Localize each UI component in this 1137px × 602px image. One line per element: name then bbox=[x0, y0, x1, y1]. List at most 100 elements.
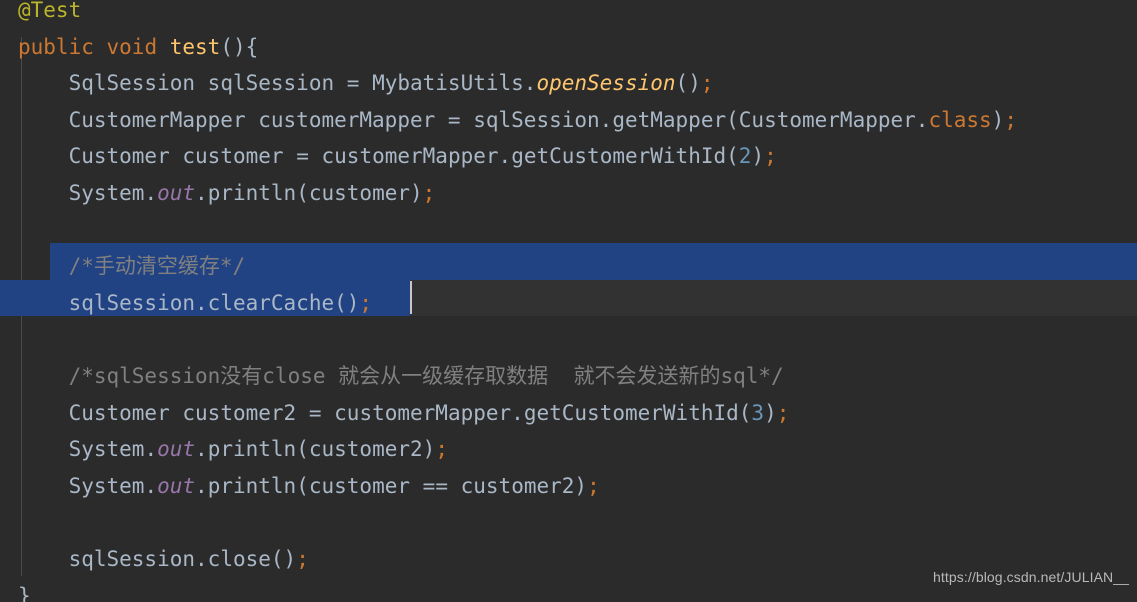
type-customermapper-2: CustomerMapper bbox=[738, 107, 916, 132]
keyword-public: public bbox=[18, 34, 94, 59]
type-customer-2: Customer bbox=[68, 400, 170, 425]
paren-close-3: ) bbox=[991, 107, 1005, 132]
field-out-1: out bbox=[157, 180, 196, 205]
paren-close-7: ) bbox=[764, 400, 777, 425]
comment-cache-note: /*sqlSession没有close 就会从一级缓存取数据 就不会发送新的sq… bbox=[68, 363, 784, 388]
semicolon-6: ; bbox=[776, 400, 790, 425]
semicolon-5: ; bbox=[359, 290, 373, 315]
paren-open-8: ( bbox=[296, 437, 309, 462]
paren-open-7: ( bbox=[738, 400, 752, 425]
type-sqlsession: SqlSession bbox=[68, 71, 196, 96]
watermark-url: https://blog.csdn.net/JULIAN__ bbox=[933, 569, 1129, 586]
paren-close-4: ) bbox=[751, 144, 765, 169]
var-sqlsession-4: sqlSession bbox=[68, 546, 196, 571]
dot-2: . bbox=[599, 107, 613, 132]
type-customer: Customer bbox=[68, 144, 170, 169]
text-caret bbox=[410, 281, 412, 314]
dot-12: . bbox=[195, 473, 208, 498]
dot-3: . bbox=[915, 107, 929, 132]
paren-close-5: ) bbox=[410, 180, 423, 205]
code-line-comment-cache[interactable]: /*sqlSession没有close 就会从一级缓存取数据 就不会发送新的sq… bbox=[0, 358, 1137, 395]
keyword-class: class bbox=[928, 107, 992, 132]
code-line-print-customer-1[interactable]: System.out.println(customer); bbox=[0, 175, 1137, 212]
var-customermapper-2: customerMapper bbox=[321, 144, 499, 169]
semicolon-2: ; bbox=[1004, 107, 1017, 132]
keyword-void: void bbox=[106, 34, 158, 59]
paren-open: ( bbox=[220, 34, 233, 59]
dot-11: . bbox=[144, 473, 158, 498]
code-line-print-compare[interactable]: System.out.println(customer == customer2… bbox=[0, 468, 1137, 505]
code-line-get-customer-2[interactable]: Customer customer2 = customerMapper.getC… bbox=[0, 395, 1137, 432]
code-line-method-signature[interactable]: public void test(){ bbox=[0, 29, 1137, 66]
paren-open-6: ( bbox=[334, 290, 347, 315]
method-getcustomerwithid-1: getCustomerWithId bbox=[511, 144, 727, 169]
dot-7: . bbox=[195, 290, 208, 315]
annotation-token: @Test bbox=[18, 0, 82, 22]
var-customer: customer bbox=[182, 144, 284, 169]
var-customer2-1: customer2 bbox=[182, 400, 297, 425]
code-line-blank-3[interactable] bbox=[0, 504, 1137, 541]
operator-equals-3: = bbox=[296, 144, 309, 169]
code-line-get-mapper[interactable]: CustomerMapper customerMapper = sqlSessi… bbox=[0, 102, 1137, 139]
var-sqlsession: sqlSession bbox=[207, 71, 335, 96]
var-customermapper-3: customerMapper bbox=[334, 400, 512, 425]
number-3: 3 bbox=[751, 400, 765, 425]
dot-6: . bbox=[195, 180, 208, 205]
paren-open-10: ( bbox=[270, 546, 284, 571]
class-system-2: System bbox=[68, 437, 145, 462]
method-println-3: println bbox=[207, 473, 297, 498]
method-close: close bbox=[207, 546, 271, 571]
semicolon-1: ; bbox=[700, 71, 714, 96]
paren-close: ) bbox=[232, 34, 246, 59]
operator-equals-4: = bbox=[308, 400, 322, 425]
class-system-3: System bbox=[68, 473, 145, 498]
paren-close-10: ) bbox=[283, 546, 297, 571]
method-clearcache: clearCache bbox=[207, 290, 335, 315]
class-mybatisutils: MybatisUtils bbox=[372, 71, 524, 96]
code-line-blank-2[interactable] bbox=[0, 321, 1137, 358]
var-customermapper: customerMapper bbox=[258, 107, 436, 132]
field-out-3: out bbox=[157, 473, 196, 498]
code-editor[interactable]: @Test public void test(){ SqlSession sql… bbox=[0, 0, 1137, 602]
paren-open-5: ( bbox=[296, 180, 309, 205]
var-customer-2: customer bbox=[308, 180, 411, 205]
semicolon-8: ; bbox=[587, 473, 600, 498]
var-sqlsession-3: sqlSession bbox=[68, 290, 196, 315]
semicolon-3: ; bbox=[764, 144, 777, 169]
code-line-annotation-test[interactable]: @Test bbox=[0, 0, 1137, 29]
field-out-2: out bbox=[157, 437, 196, 462]
method-opensession: openSession bbox=[536, 71, 676, 96]
paren-close-8: ) bbox=[422, 437, 436, 462]
paren-open-9: ( bbox=[296, 473, 309, 498]
method-println-2: println bbox=[207, 437, 297, 462]
code-lines-container[interactable]: @Test public void test(){ SqlSession sql… bbox=[0, 0, 1137, 602]
class-system-1: System bbox=[68, 180, 145, 205]
paren-open-4: ( bbox=[726, 144, 739, 169]
semicolon-7: ; bbox=[435, 437, 448, 462]
code-line-print-customer-2[interactable]: System.out.println(customer2); bbox=[0, 431, 1137, 468]
paren-close-2: ) bbox=[688, 71, 701, 96]
method-getmapper: getMapper bbox=[612, 107, 727, 132]
paren-close-6: ) bbox=[346, 290, 360, 315]
dot-13: . bbox=[195, 546, 208, 571]
brace-close: } bbox=[18, 583, 31, 602]
code-line-open-session[interactable]: SqlSession sqlSession = MybatisUtils.ope… bbox=[0, 65, 1137, 102]
code-line-get-customer-1[interactable]: Customer customer = customerMapper.getCu… bbox=[0, 138, 1137, 175]
number-2: 2 bbox=[738, 144, 752, 169]
var-sqlsession-2: sqlSession bbox=[473, 107, 600, 132]
semicolon-4: ; bbox=[422, 180, 436, 205]
dot-5: . bbox=[144, 180, 158, 205]
brace-open: { bbox=[245, 34, 259, 59]
dot-10: . bbox=[195, 437, 208, 462]
operator-equals-2: = bbox=[447, 107, 461, 132]
method-name-test: test bbox=[169, 34, 221, 59]
comment-clear-cache: /*手动清空缓存*/ bbox=[68, 254, 246, 279]
dot-8: . bbox=[511, 400, 524, 425]
var-customer2-2: customer2 bbox=[308, 437, 423, 462]
dot-1: . bbox=[523, 71, 537, 96]
method-getcustomerwithid-2: getCustomerWithId bbox=[523, 400, 739, 425]
paren-close-9: ) bbox=[574, 473, 588, 498]
operator-equals: = bbox=[346, 71, 360, 96]
var-customer2-3: customer2 bbox=[460, 473, 575, 498]
var-customer-3: customer bbox=[308, 473, 411, 498]
